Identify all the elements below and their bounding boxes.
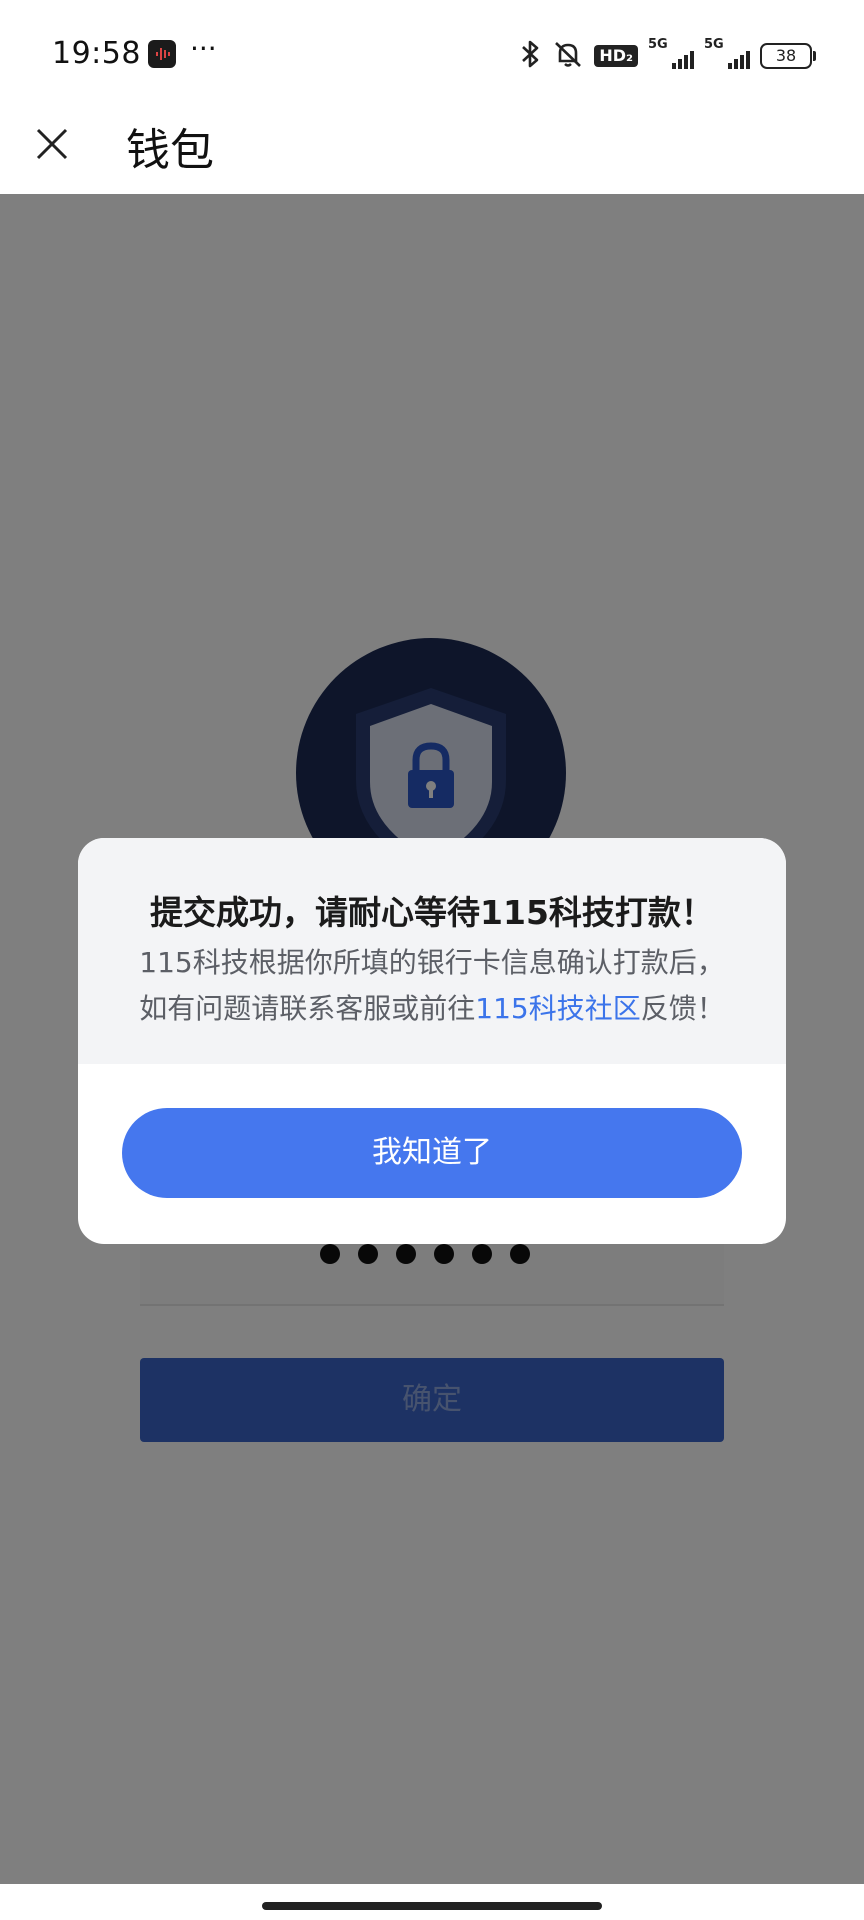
- home-indicator[interactable]: [262, 1902, 602, 1910]
- top-bar: 钱包: [0, 110, 864, 194]
- dialog-body: 提交成功，请耐心等待115科技打款！ 115科技根据你所填的银行卡信息确认打款后…: [78, 838, 786, 1064]
- status-icons: HD₂ 5G 5G 38: [520, 36, 816, 76]
- voice-recorder-icon: [148, 40, 176, 68]
- got-it-button[interactable]: 我知道了: [122, 1108, 742, 1198]
- dialog-message-suffix: 反馈！: [640, 992, 725, 1025]
- dialog-message-line2: 如有问题请联系客服或前往115科技社区反馈！: [106, 986, 758, 1032]
- signal-5g-2-icon: 5G: [704, 37, 750, 71]
- page-title: 钱包: [126, 125, 214, 176]
- battery-icon: 38: [760, 43, 816, 69]
- success-dialog: 提交成功，请耐心等待115科技打款！ 115科技根据你所填的银行卡信息确认打款后…: [78, 838, 786, 1244]
- close-icon: [36, 128, 68, 160]
- dialog-message-prefix: 如有问题请联系客服或前往: [139, 992, 476, 1025]
- signal-5g-1-icon: 5G: [648, 37, 694, 71]
- bell-off-icon: [552, 39, 584, 74]
- status-bar: 19:58 ··· HD₂ 5G 5G 38: [0, 0, 864, 110]
- hd-voice-icon: HD₂: [594, 45, 638, 67]
- dialog-message: 115科技根据你所填的银行卡信息确认打款后， 如有问题请联系客服或前往115科技…: [106, 940, 758, 1032]
- status-time: 19:58: [52, 36, 141, 71]
- more-notifications-icon: ···: [190, 32, 217, 65]
- wallet-screen: 19:58 ··· HD₂ 5G 5G 38 钱包 提交成功，请耐心等待115科…: [0, 0, 864, 1920]
- community-link[interactable]: 115科技社区: [475, 992, 640, 1025]
- dialog-message-line1: 115科技根据你所填的银行卡信息确认打款后，: [139, 946, 725, 979]
- close-button[interactable]: [28, 120, 76, 168]
- bluetooth-icon: [520, 39, 542, 74]
- gesture-bar: [0, 1884, 864, 1920]
- dialog-title: 提交成功，请耐心等待115科技打款！: [150, 893, 714, 932]
